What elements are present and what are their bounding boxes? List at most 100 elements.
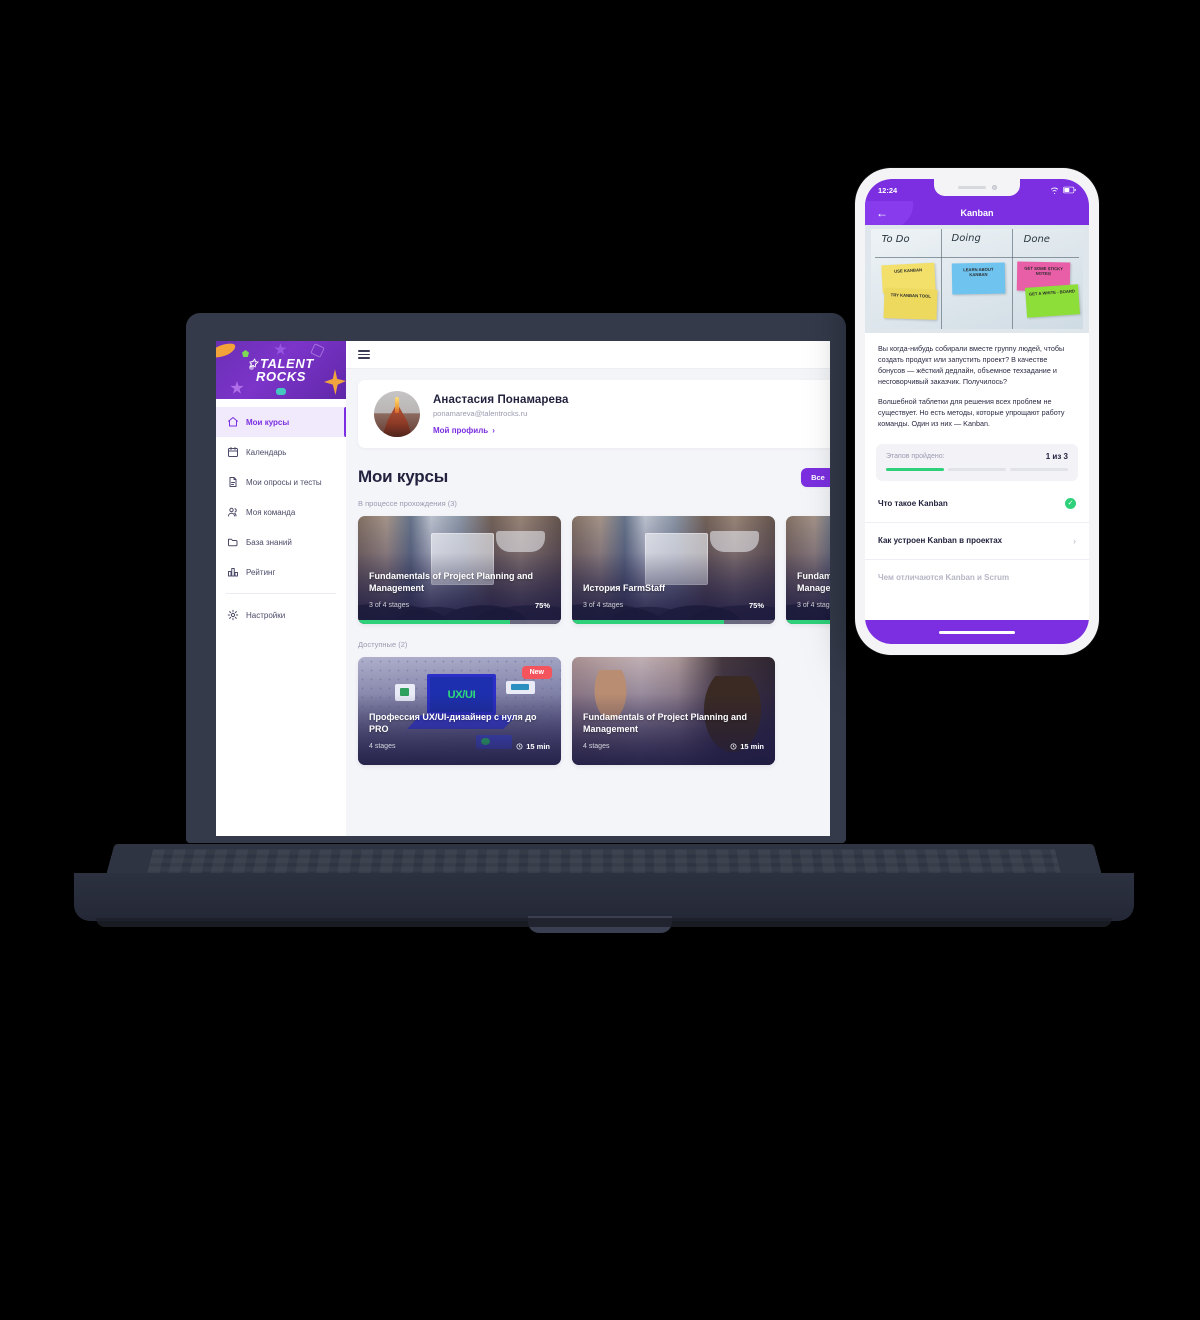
- avatar-shape: [395, 397, 399, 413]
- speaker-icon: [957, 186, 986, 189]
- course-progress-track: [786, 620, 830, 624]
- filter-all[interactable]: Все: [801, 467, 830, 487]
- sidebar-item-label: База знаний: [246, 537, 292, 547]
- chevron-right-icon: ›: [1073, 535, 1076, 546]
- course-card[interactable]: Fundamentals of Project Planning and Man…: [358, 516, 561, 624]
- course-title: История FarmStaff: [583, 582, 666, 593]
- course-percent: 75%: [748, 601, 764, 610]
- sidebar-item-label: Мои опросы и тесты: [246, 477, 322, 487]
- avatar[interactable]: [374, 391, 420, 437]
- sidebar-item-my-team[interactable]: Моя команда: [216, 497, 346, 527]
- clock-icon: [516, 743, 523, 750]
- course-card[interactable]: Fundamentals of Project Planning and Man…: [786, 516, 830, 624]
- progress-segment: [1010, 467, 1068, 471]
- course-duration: 15 min: [730, 742, 764, 751]
- sidebar-item-my-courses[interactable]: Мои курсы: [216, 407, 346, 437]
- confetti-icon: [324, 369, 346, 395]
- clock-icon: [730, 743, 737, 750]
- course-meta: 4 stages 15 min: [583, 742, 764, 751]
- progress-segment: [948, 467, 1006, 471]
- phone-device: 12:24 ← Kanban To Do Doing Done USE KANB…: [855, 168, 1099, 655]
- phone-status-bar: 12:24: [865, 179, 1089, 201]
- course-title: Fundamentals of Project Planning and Man…: [369, 570, 534, 593]
- course-card-body: Fundamentals of Project Planning and Man…: [797, 570, 830, 610]
- course-stages: 4 stages: [583, 743, 610, 750]
- lesson-paragraph: Вы когда-нибудь собирали вместе группу л…: [878, 344, 1065, 386]
- sidebar-item-label: Настройки: [246, 610, 286, 620]
- course-percent: 75%: [534, 601, 550, 610]
- sidebar-item-knowledge-base[interactable]: База знаний: [216, 527, 346, 557]
- sidebar-nav: Мои курсы Календарь Мои опросы и тесты М…: [216, 399, 346, 630]
- check-icon: ✓: [1065, 497, 1076, 509]
- course-title: Профессия UX/UI-дизайнер с нуля до PRO: [369, 711, 537, 734]
- phone-home-indicator-area: [865, 620, 1089, 644]
- sidebar-item-surveys-tests[interactable]: Мои опросы и тесты: [216, 467, 346, 497]
- my-profile-label: Мой профиль: [433, 425, 489, 435]
- in-progress-course-row: Fundamentals of Project Planning and Man…: [358, 516, 830, 624]
- list-item[interactable]: Что такое Kanban ✓: [865, 485, 1089, 523]
- course-duration-text: 15 min: [740, 742, 764, 751]
- stage-progress-value: 1 из 3: [1045, 451, 1068, 461]
- home-indicator: [939, 630, 1015, 634]
- stage-progress-label: Этапов пройдено:: [886, 452, 945, 460]
- lesson-status: ✓: [1065, 497, 1076, 509]
- course-card[interactable]: UX/UI New Профессия UX/UI-дизайнер с нул…: [358, 657, 561, 765]
- new-badge: New: [521, 666, 552, 679]
- my-profile-link[interactable]: Мой профиль ›: [433, 426, 569, 435]
- course-card-body: Fundamentals of Project Planning and Man…: [583, 711, 764, 751]
- sidebar-item-label: Календарь: [246, 447, 287, 457]
- kanban-column-doing: Doing: [951, 233, 981, 244]
- course-duration-text: 15 min: [526, 742, 550, 751]
- stage-progress-header: Этапов пройдено: 1 из 3: [886, 452, 1068, 461]
- course-meta: 4 stages 15 min: [369, 742, 550, 751]
- battery-icon: [1063, 186, 1076, 194]
- topbar: [346, 341, 830, 369]
- sidebar-item-calendar[interactable]: Календарь: [216, 437, 346, 467]
- laptop-screen: ✩ TALENT ROCKS Мои курсы Календарь Мои о…: [216, 341, 830, 836]
- screenshot-root: ✩ TALENT ROCKS Мои курсы Календарь Мои о…: [0, 0, 1200, 1320]
- laptop-base: [74, 873, 1134, 921]
- lesson-title: Что такое Kanban: [878, 498, 948, 508]
- chevron-right-icon: ›: [492, 425, 495, 435]
- course-progress-track: [572, 620, 775, 624]
- course-card[interactable]: История FarmStaff 3 of 4 stages 75%: [572, 516, 775, 624]
- course-card[interactable]: Fundamentals of Project Planning and Man…: [572, 657, 775, 765]
- sidebar-item-label: Моя команда: [246, 507, 296, 517]
- people-icon: [228, 507, 237, 517]
- course-filters: Все В процессе (3) Доступные (2): [801, 467, 830, 487]
- course-progress-fill: [786, 620, 830, 624]
- list-item[interactable]: Чем отличаются Kanban и Scrum: [865, 560, 1089, 595]
- phone-screen: 12:24 ← Kanban To Do Doing Done USE KANB…: [865, 179, 1089, 644]
- profile-card: Анастасия Понамарева ponamareva@talentro…: [358, 380, 830, 448]
- course-title: Fundamentals of Project Planning and Man…: [583, 711, 748, 734]
- available-course-row: UX/UI New Профессия UX/UI-дизайнер с нул…: [358, 657, 830, 765]
- confetti-icon: [242, 350, 249, 357]
- status-time: 12:24: [878, 185, 898, 195]
- course-stages: 4 stages: [369, 743, 396, 750]
- stage-progress-card: Этапов пройдено: 1 из 3: [876, 443, 1078, 481]
- logo-text: ✩ TALENT ROCKS: [248, 357, 314, 383]
- lesson-text: Вы когда-нибудь собирали вместе группу л…: [865, 333, 1089, 436]
- course-progress-track: [358, 620, 561, 624]
- phone-title: Kanban: [960, 208, 994, 218]
- lesson-paragraph: Волшебной таблетки для решения всех проб…: [878, 396, 1065, 428]
- brand-logo[interactable]: ✩ TALENT ROCKS: [216, 341, 346, 399]
- course-stages: 3 of 4 stages: [369, 602, 410, 609]
- course-progress-fill: [572, 620, 725, 624]
- sidebar-item-settings[interactable]: Настройки: [216, 600, 346, 630]
- course-title: Fundamentals of Project Planning and Man…: [797, 570, 830, 593]
- course-card-body: Fundamentals of Project Planning and Man…: [369, 570, 550, 610]
- sidebar: ✩ TALENT ROCKS Мои курсы Календарь Мои о…: [216, 341, 346, 836]
- course-card-body: Профессия UX/UI-дизайнер с нуля до PRO 4…: [369, 711, 550, 751]
- kanban-board-image: To Do Doing Done USE KANBAN TRY KANBAN T…: [865, 225, 1089, 333]
- main-scroll: Анастасия Понамарева ponamareva@talentro…: [346, 369, 830, 836]
- list-item[interactable]: Как устроен Kanban в проектах ›: [865, 523, 1089, 560]
- hamburger-icon[interactable]: [358, 350, 370, 359]
- lesson-title: Как устроен Kanban в проектах: [878, 536, 1003, 546]
- chart-icon: [228, 568, 238, 577]
- sidebar-item-rating[interactable]: Рейтинг: [216, 557, 346, 587]
- sticky-note: GET A WHITE - BOARD: [1024, 284, 1080, 318]
- profile-email: ponamareva@talentrocks.ru: [433, 408, 528, 418]
- logo-line-2: ROCKS: [256, 369, 306, 384]
- confetti-icon: [276, 388, 286, 395]
